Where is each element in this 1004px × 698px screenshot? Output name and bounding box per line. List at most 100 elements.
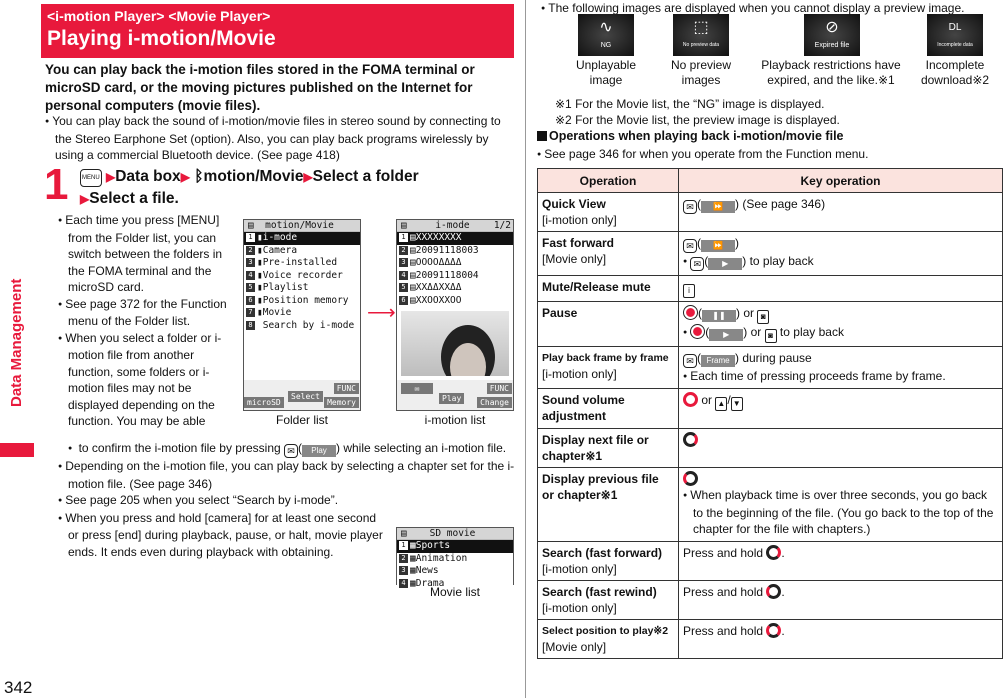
camera-key-icon: ◙ <box>757 310 770 324</box>
volume-up-key-icon: ▲ <box>715 397 728 411</box>
key-note: When playback time is over three seconds… <box>683 487 998 538</box>
fast-forward-button-image: ⏩ <box>701 240 735 252</box>
key-note: Each time of pressing proceeds frame by … <box>683 368 998 385</box>
mail-key-icon: ✉ <box>284 444 299 458</box>
header-subtitle: <i-motion Player> <Movie Player> <box>47 8 271 24</box>
table-row: Pause (❚❚) or ◙ (▶) or ◙ to play back <box>537 301 1003 347</box>
softkey-microsd[interactable]: microSD <box>244 397 284 408</box>
no-preview-icon: ⬚ No preview data <box>673 14 729 56</box>
softkey-mail[interactable]: ✉ <box>401 383 433 394</box>
folder-list-screen: ▤ motion/Movie 1 ▮i-mode 2 ▮Camera 3 ▮Pre-i… <box>243 219 361 411</box>
screen-title-text: motion/Movie <box>265 220 334 231</box>
intro-bullet: You can play back the sound of i-motion/… <box>45 113 520 164</box>
bullet-item: Depending on the i-motion file, you can … <box>58 458 518 492</box>
pause-button-image: ❚❚ <box>702 310 736 322</box>
list-item[interactable]: 2 ▦Animation <box>397 553 513 566</box>
quick-view-button-image: ⏩ <box>701 201 735 213</box>
bullet-item: See page 372 for the Function menu of th… <box>58 296 238 330</box>
table-row: Fast forward[Movie only] ✉(⏩) ✉(▶) to pl… <box>537 231 1003 276</box>
page-indicator: 1/2 <box>493 220 511 231</box>
arrow-right-icon: ⟶ <box>367 302 396 324</box>
list-item[interactable]: 6 ▤XXOOXXOO <box>397 295 513 308</box>
footnote-1: ※1 For the Movie list, the “NG” image is… <box>555 97 825 111</box>
page-number: 342 <box>4 678 33 697</box>
softkey-memory[interactable]: Memory <box>324 397 359 408</box>
icon-label: Incomplete download※2 <box>920 58 990 87</box>
operation-name: Sound volume adjustment <box>542 393 625 423</box>
table-row: Mute/Release mute i <box>537 275 1003 302</box>
table-row: Play back frame by frame [i-motion only] … <box>537 346 1003 389</box>
icon-label: Unplayable image <box>575 58 637 87</box>
operation-name: Search (fast rewind) <box>542 584 657 599</box>
folder-list-caption: Folder list <box>275 413 328 427</box>
list-item[interactable]: 7 ▮Movie <box>244 307 360 320</box>
ng-image-icon: ∿ NG <box>578 14 634 56</box>
nav-key-updown-icon <box>683 392 698 407</box>
table-row: Search (fast forward) [i-motion only] Pre… <box>537 540 1003 581</box>
arrow-icon: ▶ <box>303 170 313 184</box>
incomplete-download-icon: DL Incomplete data <box>927 14 983 56</box>
list-item[interactable]: 1 ▮i-mode <box>244 232 360 245</box>
column-header: Key operation <box>678 168 1003 193</box>
list-item[interactable]: 3 ▦News <box>397 565 513 578</box>
list-item[interactable]: 2 ▤20091118003 <box>397 245 513 258</box>
list-item[interactable]: 2 ▮Camera <box>244 245 360 258</box>
nav-key-right-icon <box>766 544 782 560</box>
softkey-func[interactable]: FUNC <box>486 383 512 394</box>
list-item[interactable]: 6 ▮Position memory <box>244 295 360 308</box>
operation-name: Pause <box>542 306 578 320</box>
list-item[interactable]: 3 ▮Pre-installed <box>244 257 360 270</box>
enter-key-icon <box>683 305 698 320</box>
bullet-item: When you select a folder or i-motion fil… <box>58 330 238 430</box>
mail-key-icon: ✉ <box>683 354 697 368</box>
play-button-image: ▶ <box>709 329 744 341</box>
nav-key-left-icon <box>683 471 698 486</box>
key-text: ) (See page 346) <box>735 197 826 211</box>
screen-title: ▤ i-mode 1/2 <box>397 220 513 232</box>
operation-name: Display next file or chapter※1 <box>542 433 649 463</box>
imotion-list-screen: ▤ i-mode 1/2 1 ▤XXXXXXXX 2 ▤20091118003 3 ▤O… <box>396 219 514 411</box>
table-row: Display next file or chapter※1 <box>537 428 1003 468</box>
arrow-icon: ▶ <box>180 170 190 184</box>
movie-list-caption: Movie list <box>429 585 480 599</box>
text: ) while selecting an i-motion file. <box>336 441 507 455</box>
expired-file-icon: ⊘ Expired file <box>804 14 860 56</box>
list-item[interactable]: 4 ▤20091118004 <box>397 270 513 283</box>
softkey-change[interactable]: Change <box>477 397 512 408</box>
frame-button-image: Frame <box>701 355 735 367</box>
menu-key-icon: MENU <box>80 169 102 187</box>
step-number: 1 <box>44 160 69 209</box>
list-item[interactable]: 1 ▦Sports <box>397 540 513 553</box>
arrow-icon: ▶ <box>105 170 116 184</box>
softkey-play[interactable]: Play <box>439 393 465 404</box>
step-bullets: Each time you press [MENU] from the Fold… <box>58 212 238 430</box>
softkey-func[interactable]: FUNC <box>333 383 359 394</box>
operation-note: [Movie only] <box>542 252 607 266</box>
section-header: <i-motion Player> <Movie Player> Playing… <box>41 4 514 58</box>
list-item[interactable]: 5 ▤XXΔΔXXΔΔ <box>397 282 513 295</box>
step-part: Select a folder <box>312 168 419 185</box>
softkey-bar: ✉ Play FUNC Change <box>397 380 513 410</box>
list-item[interactable]: 8 Search by i-mode <box>244 320 360 333</box>
list-item[interactable]: 4 ▮Voice recorder <box>244 270 360 283</box>
operations-heading: Operations when playing back i-motion/mo… <box>537 129 844 143</box>
movie-list-screen: ▤ SD movie 1 ▦Sports 2 ▦Animation 3 ▦News 4… <box>396 527 514 589</box>
list-item[interactable]: 1 ▤XXXXXXXX <box>397 232 513 245</box>
operation-name: Quick View <box>542 197 606 211</box>
table-row: Select position to play※2 [Movie only] Pr… <box>537 618 1003 659</box>
operation-name: Display previous file or chapter※1 <box>542 472 659 502</box>
play-button-image: Play <box>302 445 337 457</box>
enter-key-icon <box>690 324 706 339</box>
bullet-item: When you press and hold [camera] for at … <box>58 510 383 561</box>
step-part: motion/Movie <box>203 168 304 185</box>
list-item[interactable]: 3 ▤OOOOΔΔΔΔ <box>397 257 513 270</box>
mail-key-icon: ✉ <box>683 239 697 253</box>
step-part: Select a file. <box>89 190 179 207</box>
volume-down-key-icon: ▼ <box>730 397 743 411</box>
list-item[interactable]: 5 ▮Playlist <box>244 282 360 295</box>
softkey-select[interactable]: Select <box>288 391 323 402</box>
footnote-2: ※2 For the Movie list, the preview image… <box>555 113 840 127</box>
side-tab: Data Management <box>0 250 34 448</box>
side-tab-label: Data Management <box>8 278 25 407</box>
preview-photo <box>401 311 509 376</box>
